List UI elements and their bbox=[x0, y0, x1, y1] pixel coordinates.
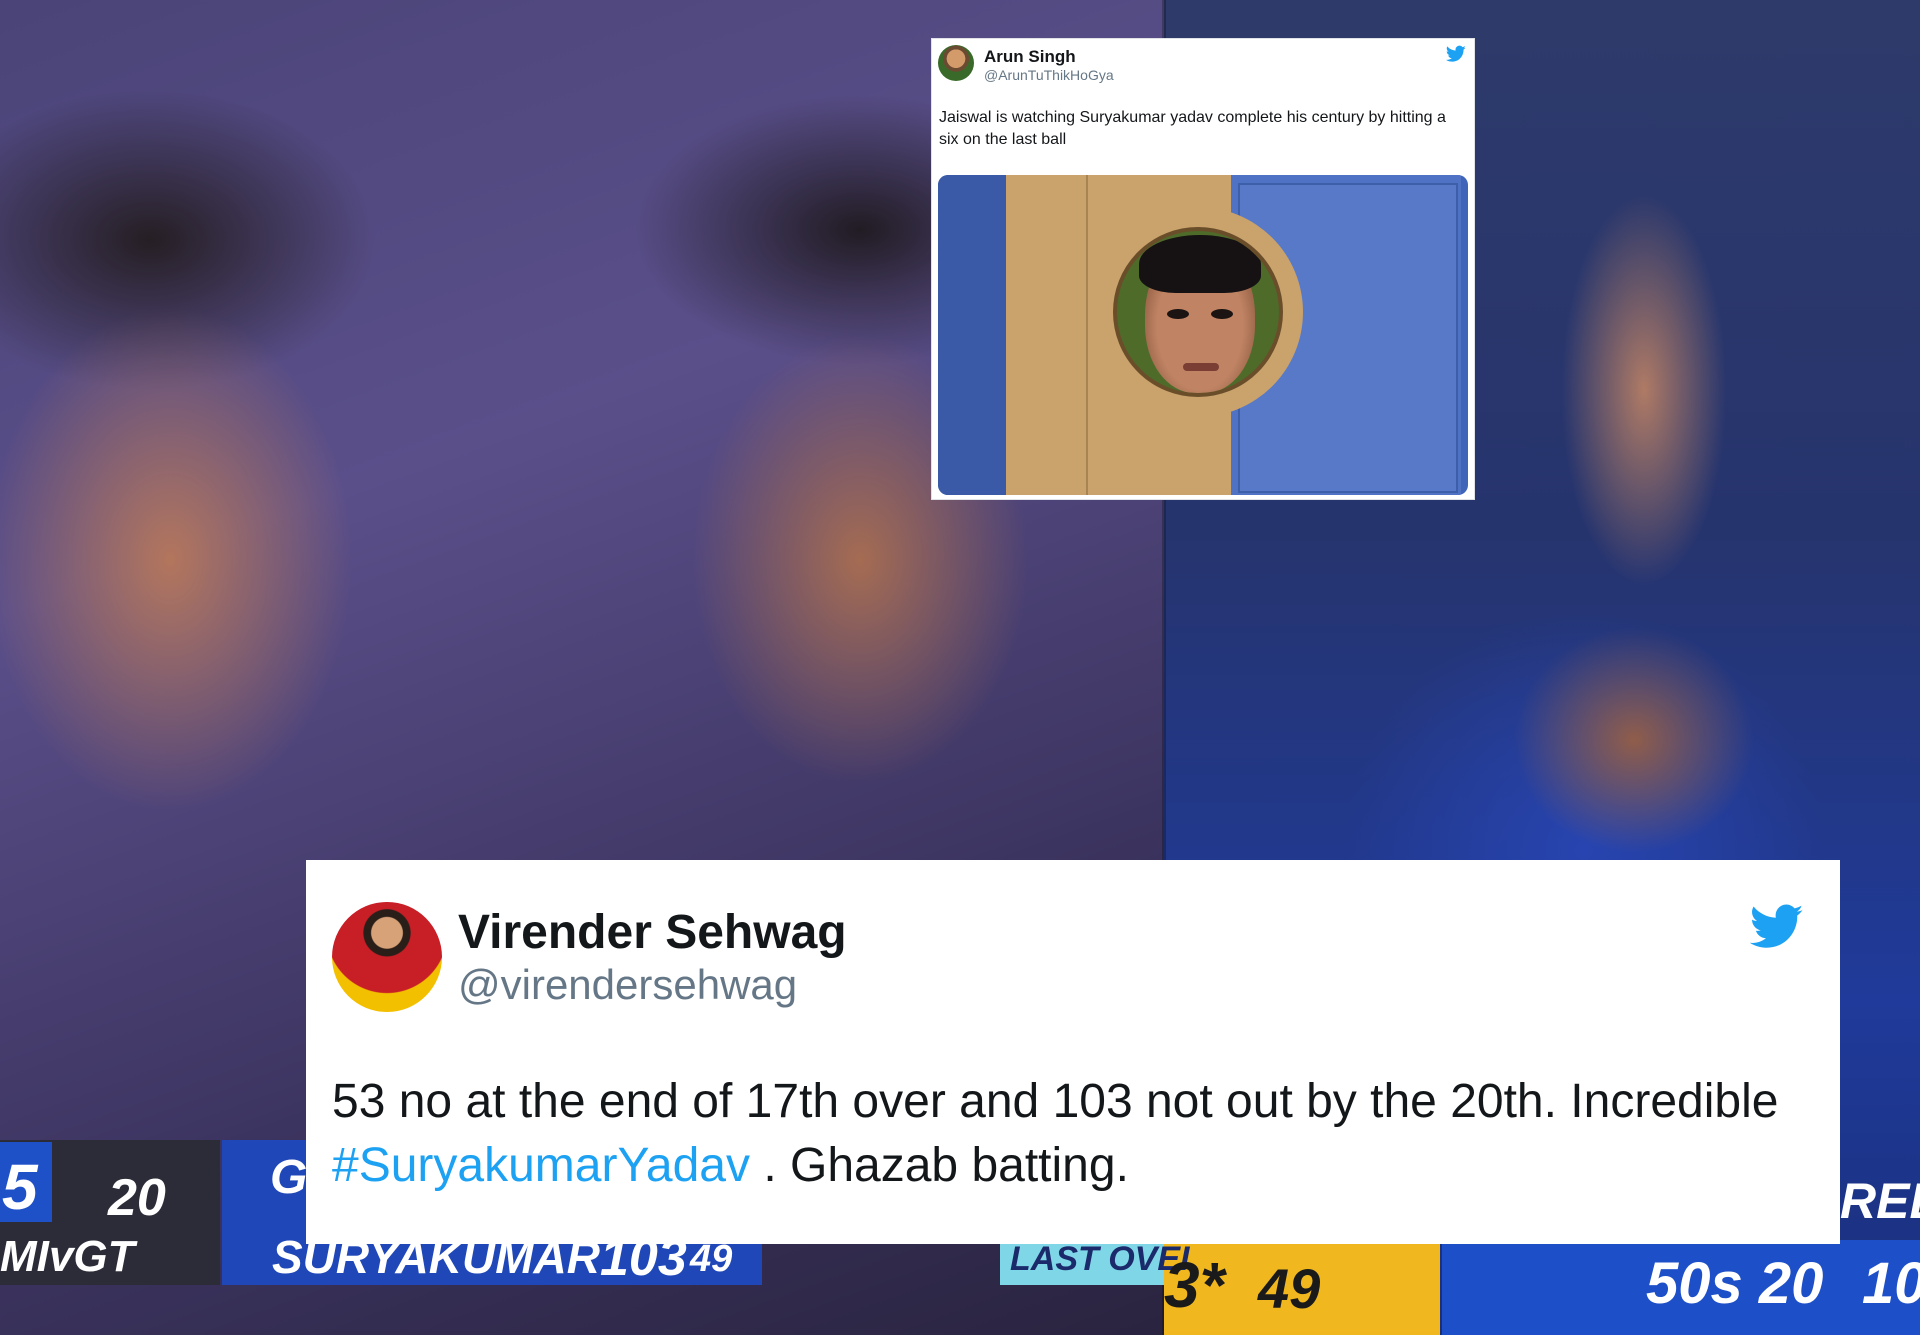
tweet-text-tail: . Ghazab batting. bbox=[763, 1139, 1129, 1192]
scoreboard-match-label: MIvGT bbox=[0, 1232, 135, 1281]
scoreboard-right-50s: 50s 20 bbox=[1646, 1251, 1824, 1316]
scoreboard-last-over: LAST OVEI bbox=[1010, 1240, 1190, 1278]
scoreboard-left-number: 5 bbox=[2, 1151, 38, 1223]
meme-wall bbox=[938, 175, 1006, 495]
tweet-author-name[interactable]: Arun Singh bbox=[984, 47, 1076, 67]
tweet-card-virender-sehwag[interactable]: Virender Sehwag @virendersehwag 53 no at… bbox=[306, 860, 1840, 1244]
meme-porthole bbox=[1113, 227, 1283, 397]
scoreboard-right-balls: 49 bbox=[1258, 1257, 1321, 1320]
scoreboard-right-top: REER bbox=[1840, 1173, 1920, 1229]
tweet-text: Jaiswal is watching Suryakumar yadav com… bbox=[939, 109, 1446, 148]
tweet-author-handle[interactable]: @ArunTuThikHoGya bbox=[984, 67, 1114, 83]
meme-eye-left bbox=[1167, 309, 1189, 319]
avatar[interactable] bbox=[332, 902, 442, 1012]
scoreboard-left-overs: 20 bbox=[108, 1169, 166, 1227]
meme-image[interactable] bbox=[938, 175, 1468, 495]
twitter-bird-icon[interactable] bbox=[1446, 45, 1466, 63]
tweet-text-main: 53 no at the end of 17th over and 103 no… bbox=[332, 1075, 1779, 1128]
twitter-bird-icon[interactable] bbox=[1750, 904, 1804, 950]
hashtag-link[interactable]: #SuryakumarYadav bbox=[332, 1139, 750, 1192]
meme-cardboard-seam bbox=[1086, 175, 1088, 495]
scoreboard-batter-balls: 49 bbox=[690, 1238, 733, 1280]
tweet-card-arun-singh[interactable]: Arun Singh @ArunTuThikHoGya Jaiswal is w… bbox=[931, 38, 1475, 500]
meme-eye-right bbox=[1211, 309, 1233, 319]
avatar[interactable] bbox=[938, 45, 974, 81]
scoreboard-right-runs: 3* bbox=[1164, 1249, 1225, 1321]
meme-mouth bbox=[1183, 363, 1219, 371]
tweet-author-name[interactable]: Virender Sehwag bbox=[458, 905, 847, 960]
tweet-text: 53 no at the end of 17th over and 103 no… bbox=[332, 1070, 1832, 1198]
meme-hair bbox=[1139, 235, 1261, 293]
scoreboard-right-tail: 10 bbox=[1862, 1251, 1920, 1316]
tweet-author-handle[interactable]: @virendersehwag bbox=[458, 961, 797, 1009]
